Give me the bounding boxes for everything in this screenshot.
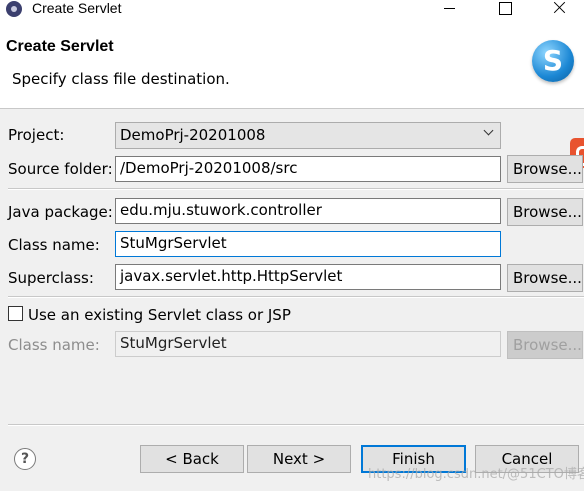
minimize-button[interactable] <box>426 0 472 20</box>
separator <box>8 296 584 298</box>
source-folder-input[interactable]: /DemoPrj-20201008/src <box>115 156 501 182</box>
existing-class-name-label: Class name: <box>8 336 100 354</box>
project-value: DemoPrj-20201008 <box>120 126 266 144</box>
java-package-input[interactable]: edu.mju.stuwork.controller <box>115 198 501 224</box>
title-bar: Create Servlet <box>0 0 584 24</box>
wizard-title: Create Servlet <box>6 38 114 55</box>
superclass-browse-button[interactable]: Browse... <box>507 264 583 292</box>
java-package-browse-button[interactable]: Browse... <box>507 198 583 226</box>
watermark: https://blog.csdn.net/@51CTO博客 <box>368 467 584 482</box>
existing-class-input: StuMgrServlet <box>115 331 501 357</box>
source-folder-label: Source folder: <box>8 160 113 178</box>
existing-class-browse-button: Browse... <box>507 331 583 359</box>
wizard-description: Specify class file destination. <box>12 70 230 88</box>
header-divider <box>0 108 584 109</box>
use-existing-label[interactable]: Use an existing Servlet class or JSP <box>28 306 291 324</box>
project-combo[interactable]: DemoPrj-20201008 <box>115 122 501 149</box>
separator <box>8 424 584 426</box>
project-label: Project: <box>8 126 65 144</box>
close-button[interactable] <box>538 0 584 20</box>
class-name-input[interactable]: StuMgrServlet <box>115 231 501 257</box>
class-name-label: Class name: <box>8 236 100 254</box>
back-button[interactable]: < Back <box>140 445 244 473</box>
superclass-input[interactable]: javax.servlet.http.HttpServlet <box>115 264 501 290</box>
help-icon[interactable]: ? <box>14 448 36 470</box>
servlet-wizard-icon: S <box>532 40 574 82</box>
chevron-down-icon <box>484 127 494 137</box>
separator <box>8 188 584 190</box>
window-title: Create Servlet <box>32 0 122 16</box>
next-button[interactable]: Next > <box>247 445 351 473</box>
use-existing-checkbox[interactable] <box>8 306 23 321</box>
java-package-label: Java package: <box>8 203 113 221</box>
eclipse-icon <box>6 1 22 17</box>
servlet-wizard-icon-letter: S <box>542 44 564 77</box>
maximize-button[interactable] <box>482 0 528 20</box>
superclass-label: Superclass: <box>8 269 94 287</box>
wizard-header: Create Servlet Specify class file destin… <box>0 24 584 108</box>
source-folder-browse-button[interactable]: Browse... <box>507 155 583 183</box>
